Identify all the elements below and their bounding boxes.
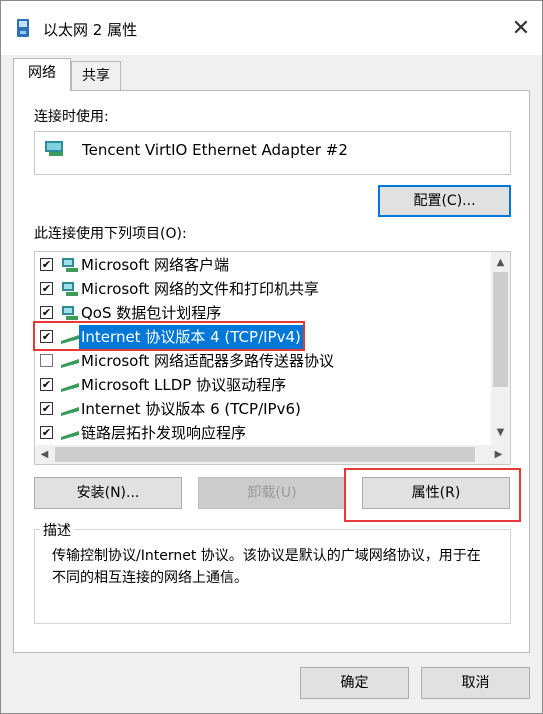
close-icon: ✕ <box>511 16 531 41</box>
tab-sharing[interactable]: 共享 <box>71 61 121 91</box>
title-bar: 以太网 2 属性 ✕ <box>1 1 542 55</box>
ok-button[interactable]: 确定 <box>300 667 409 699</box>
vertical-scrollbar[interactable]: ▲ ▼ <box>491 252 510 445</box>
item-label: Microsoft 网络客户端 <box>81 256 230 274</box>
horizontal-scrollbar[interactable]: ◀ ▶ <box>35 445 510 464</box>
qos-service-icon <box>62 306 78 320</box>
item-checkbox[interactable] <box>40 354 53 367</box>
ethernet-adapter-icon <box>17 19 29 37</box>
protocol-icon <box>61 359 79 368</box>
item-label: Microsoft 网络的文件和打印机共享 <box>81 280 320 298</box>
scroll-down-icon[interactable]: ▼ <box>491 424 510 441</box>
item-checkbox[interactable]: ✔ <box>40 402 53 415</box>
adapter-name: Tencent VirtIO Ethernet Adapter #2 <box>82 141 348 159</box>
description-title: 描述 <box>40 520 74 540</box>
item-label: Microsoft LLDP 协议驱动程序 <box>81 376 287 394</box>
vertical-scroll-thumb[interactable] <box>493 272 508 387</box>
item-checkbox[interactable]: ✔ <box>40 282 53 295</box>
items-label: 此连接使用下列项目(O): <box>34 226 187 242</box>
install-button[interactable]: 安装(N)... <box>34 477 182 509</box>
tab-networking[interactable]: 网络 <box>13 58 71 91</box>
ipv4-highlight-box <box>33 321 305 351</box>
protocol-icon <box>61 383 79 392</box>
uninstall-button[interactable]: 卸载(U) <box>198 477 346 509</box>
close-button[interactable]: ✕ <box>503 11 539 47</box>
cancel-button[interactable]: 取消 <box>421 667 530 699</box>
network-client-icon <box>62 258 78 272</box>
list-item[interactable]: ✔ Microsoft LLDP 协议驱动程序 <box>35 373 491 397</box>
scroll-left-icon[interactable]: ◀ <box>35 446 54 463</box>
properties-highlight-box <box>344 468 521 522</box>
file-printer-sharing-icon <box>62 282 78 296</box>
item-checkbox[interactable]: ✔ <box>40 426 53 439</box>
protocol-icon <box>61 407 79 416</box>
items-list[interactable]: ✔ Microsoft 网络客户端 ✔ Microsoft 网络的文件和打印机共… <box>34 251 511 465</box>
window-title: 以太网 2 属性 <box>43 21 138 39</box>
network-adapter-icon <box>45 141 63 156</box>
connect-using-label: 连接时使用: <box>34 109 109 125</box>
configure-button[interactable]: 配置(C)... <box>378 185 511 217</box>
horizontal-scroll-thumb[interactable] <box>55 447 475 462</box>
protocol-icon <box>61 431 79 440</box>
list-item[interactable]: ✔ 链路层拓扑发现响应程序 <box>35 421 491 445</box>
item-checkbox[interactable]: ✔ <box>40 258 53 271</box>
item-checkbox[interactable]: ✔ <box>40 378 53 391</box>
list-item[interactable]: Microsoft 网络适配器多路传送器协议 <box>35 349 491 373</box>
list-item[interactable]: ✔ Microsoft 网络的文件和打印机共享 <box>35 277 491 301</box>
item-checkbox[interactable]: ✔ <box>40 306 53 319</box>
scroll-up-icon[interactable]: ▲ <box>491 254 510 271</box>
scroll-right-icon[interactable]: ▶ <box>489 446 508 463</box>
description-text: 传输控制协议/Internet 协议。该协议是默认的广域网络协议，用于在不同的相… <box>52 548 481 586</box>
item-label: Microsoft 网络适配器多路传送器协议 <box>81 352 335 370</box>
item-label: 链路层拓扑发现响应程序 <box>81 424 247 442</box>
list-item[interactable]: ✔ Internet 协议版本 6 (TCP/IPv6) <box>35 397 491 421</box>
item-label: Internet 协议版本 6 (TCP/IPv6) <box>81 400 301 418</box>
list-item[interactable]: ✔ Microsoft 网络客户端 <box>35 253 491 277</box>
